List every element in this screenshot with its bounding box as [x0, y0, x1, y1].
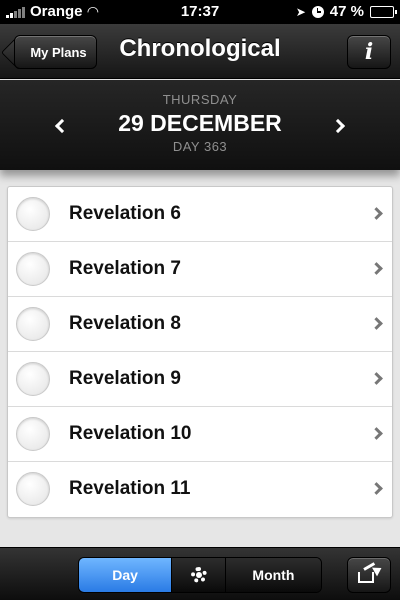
chevron-right-icon: [370, 372, 383, 385]
chevron-right-icon: [370, 317, 383, 330]
chevron-left-icon: [54, 118, 70, 134]
alarm-clock-icon: [311, 5, 324, 18]
gear-icon: [190, 567, 207, 583]
share-icon: [358, 562, 384, 583]
navigation-bar: My Plans Chronological i: [0, 24, 400, 79]
checkbox-circle[interactable]: [16, 362, 50, 396]
date-header: THURSDAY 29 DECEMBER DAY 363: [0, 80, 400, 170]
month-view-segment[interactable]: Month: [225, 558, 321, 592]
info-button[interactable]: i: [347, 35, 391, 69]
share-button[interactable]: [347, 557, 391, 593]
list-item-revelation-6[interactable]: Revelation 6: [8, 187, 392, 242]
day-view-segment[interactable]: Day: [79, 558, 173, 592]
battery-percent: 47 %: [329, 3, 364, 20]
battery-icon: [370, 5, 397, 18]
chevron-right-icon: [370, 207, 383, 220]
list-item-revelation-10[interactable]: Revelation 10: [8, 407, 392, 462]
day-number-label: DAY 363: [172, 139, 228, 154]
weekday-label: THURSDAY: [162, 92, 238, 107]
list-item-label: Revelation 11: [69, 478, 191, 499]
status-right: ➤ 47 %: [295, 3, 397, 20]
checkbox-circle[interactable]: [16, 307, 50, 341]
settings-segment[interactable]: [172, 558, 226, 592]
checkbox-circle[interactable]: [16, 417, 50, 451]
next-day-button[interactable]: [325, 111, 355, 141]
location-icon: ➤: [295, 4, 306, 19]
list-item-label: Revelation 8: [69, 313, 181, 334]
list-item-label: Revelation 7: [69, 258, 181, 279]
reading-list: Revelation 6 Revelation 7 Revelation 8 R…: [7, 186, 393, 518]
bottom-toolbar: Day Month: [0, 547, 400, 600]
view-mode-segmented-control: Day Month: [78, 557, 322, 593]
list-item-revelation-9[interactable]: Revelation 9: [8, 352, 392, 407]
checkbox-circle[interactable]: [16, 197, 50, 231]
list-item-revelation-11[interactable]: Revelation 11: [8, 462, 392, 517]
page-title: Chronological: [119, 35, 281, 62]
list-item-label: Revelation 9: [69, 368, 181, 389]
chevron-right-icon: [370, 482, 383, 495]
list-item-label: Revelation 10: [69, 423, 192, 444]
checkbox-circle[interactable]: [16, 252, 50, 286]
checkbox-circle[interactable]: [16, 472, 50, 506]
status-bar: Orange ◠ 17:37 ➤ 47 %: [0, 0, 400, 24]
list-item-label: Revelation 6: [69, 203, 181, 224]
my-plans-back-button[interactable]: My Plans: [14, 35, 97, 69]
previous-day-button[interactable]: [45, 111, 75, 141]
list-item-revelation-8[interactable]: Revelation 8: [8, 297, 392, 352]
chevron-right-icon: [330, 118, 346, 134]
list-item-revelation-7[interactable]: Revelation 7: [8, 242, 392, 297]
chevron-right-icon: [370, 427, 383, 440]
chevron-right-icon: [370, 262, 383, 275]
